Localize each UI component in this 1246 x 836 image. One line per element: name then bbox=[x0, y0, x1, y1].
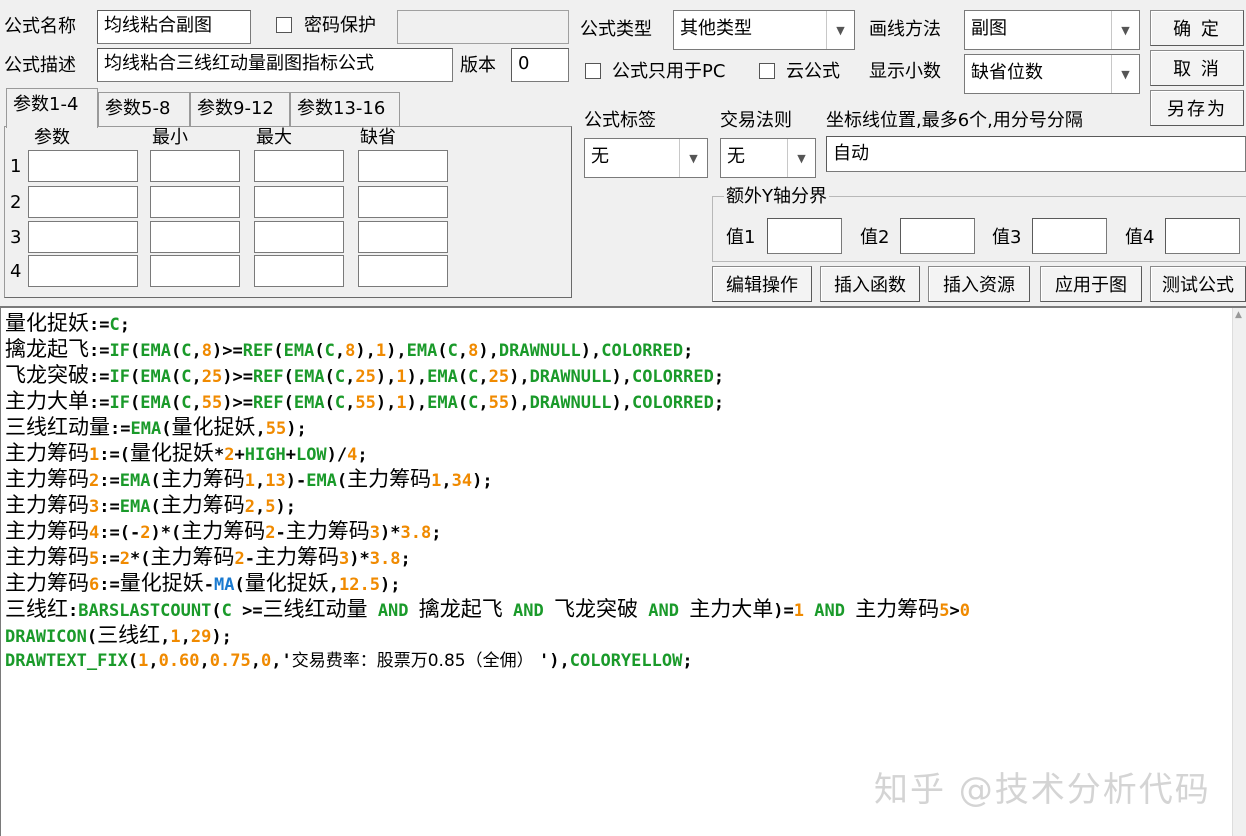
extra-y-value2-input[interactable] bbox=[900, 218, 975, 254]
insert-resource-button[interactable]: 插入资源 bbox=[928, 266, 1030, 302]
code-line: 量化捉妖:=C; bbox=[5, 311, 130, 335]
tab-params-9-12[interactable]: 参数9-12 bbox=[190, 92, 290, 126]
code-line: 主力筹码1:=(量化捉妖*2+HIGH+LOW)/4; bbox=[5, 441, 368, 465]
cloud-formula-label: 云公式 bbox=[786, 61, 840, 82]
cancel-button[interactable]: 取 消 bbox=[1150, 50, 1244, 86]
chevron-down-icon[interactable]: ▼ bbox=[679, 139, 707, 177]
param-min-input[interactable] bbox=[150, 186, 240, 218]
version-label: 版本 bbox=[460, 55, 496, 76]
param-name-input[interactable] bbox=[28, 150, 138, 182]
save-as-button[interactable]: 另存为 bbox=[1150, 90, 1244, 126]
pc-only-label: 公式只用于PC bbox=[612, 61, 726, 82]
code-line: 主力筹码2:=EMA(主力筹码1,13)-EMA(主力筹码1,34); bbox=[5, 467, 493, 491]
param-min-input[interactable] bbox=[150, 255, 240, 287]
formula-code-editor[interactable]: 量化捉妖:=C; 擒龙起飞:=IF(EMA(C,8)>=REF(EMA(C,8)… bbox=[0, 306, 1246, 836]
trade-rule-value: 无 bbox=[727, 146, 745, 167]
param-row-number: 2 bbox=[10, 192, 22, 213]
axis-lines-input[interactable]: 自动 bbox=[826, 136, 1246, 172]
decimals-value: 缺省位数 bbox=[971, 62, 1043, 83]
param-default-input[interactable] bbox=[358, 221, 448, 253]
code-line: 三线红动量:=EMA(量化捉妖,55); bbox=[5, 415, 307, 439]
apply-to-chart-button[interactable]: 应用于图 bbox=[1040, 266, 1142, 302]
edit-ops-button[interactable]: 编辑操作 bbox=[712, 266, 812, 302]
draw-method-value: 副图 bbox=[971, 18, 1007, 39]
param-default-input[interactable] bbox=[358, 150, 448, 182]
extra-y-value3-input[interactable] bbox=[1032, 218, 1107, 254]
formula-type-select[interactable]: 其他类型 ▼ bbox=[673, 10, 855, 50]
code-line: 主力筹码5:=2*(主力筹码2-主力筹码3)*3.8; bbox=[5, 545, 411, 569]
param-header-min: 最小 bbox=[152, 127, 188, 148]
formula-name-label: 公式名称 bbox=[4, 16, 76, 37]
param-max-input[interactable] bbox=[254, 186, 344, 218]
param-row-number: 3 bbox=[10, 227, 22, 248]
extra-y-value4-label: 值4 bbox=[1125, 227, 1155, 248]
pc-only-checkbox[interactable] bbox=[585, 63, 601, 79]
param-min-input[interactable] bbox=[150, 221, 240, 253]
param-name-input[interactable] bbox=[28, 255, 138, 287]
formula-desc-input[interactable]: 均线粘合三线红动量副图指标公式 bbox=[97, 48, 453, 82]
param-name-input[interactable] bbox=[28, 221, 138, 253]
draw-method-label: 画线方法 bbox=[869, 19, 941, 40]
extra-y-value3-label: 值3 bbox=[992, 227, 1022, 248]
decimals-label: 显示小数 bbox=[869, 61, 941, 82]
axis-lines-label: 坐标线位置,最多6个,用分号分隔 bbox=[826, 110, 1083, 131]
password-protect-label: 密码保护 bbox=[304, 15, 376, 36]
formula-tag-label: 公式标签 bbox=[584, 110, 656, 131]
param-max-input[interactable] bbox=[254, 221, 344, 253]
password-input bbox=[397, 10, 569, 44]
version-input[interactable]: 0 bbox=[511, 48, 569, 82]
param-header-default: 缺省 bbox=[360, 127, 396, 148]
chevron-down-icon[interactable]: ▼ bbox=[1111, 55, 1139, 93]
param-name-input[interactable] bbox=[28, 186, 138, 218]
param-max-input[interactable] bbox=[254, 255, 344, 287]
param-header-max: 最大 bbox=[256, 127, 292, 148]
trade-rule-select[interactable]: 无 ▼ bbox=[720, 138, 816, 178]
chevron-down-icon[interactable]: ▼ bbox=[1111, 11, 1139, 49]
code-line: DRAWICON(三线红,1,29); bbox=[5, 623, 232, 647]
cloud-formula-checkbox[interactable] bbox=[759, 63, 775, 79]
param-max-input[interactable] bbox=[254, 150, 344, 182]
formula-type-value: 其他类型 bbox=[680, 18, 752, 39]
editor-scrollbar[interactable]: ▲ bbox=[1232, 308, 1246, 836]
code-line: 擒龙起飞:=IF(EMA(C,8)>=REF(EMA(C,8),1),EMA(C… bbox=[5, 337, 694, 361]
draw-method-select[interactable]: 副图 ▼ bbox=[964, 10, 1140, 50]
extra-y-value1-label: 值1 bbox=[726, 227, 756, 248]
tab-params-5-8[interactable]: 参数5-8 bbox=[98, 92, 190, 126]
extra-y-value2-label: 值2 bbox=[860, 227, 890, 248]
extra-y-value4-input[interactable] bbox=[1165, 218, 1240, 254]
decimals-select[interactable]: 缺省位数 ▼ bbox=[964, 54, 1140, 94]
test-formula-button[interactable]: 测试公式 bbox=[1150, 266, 1246, 302]
formula-tag-value: 无 bbox=[591, 146, 609, 167]
trade-rule-label: 交易法则 bbox=[720, 110, 792, 131]
formula-desc-label: 公式描述 bbox=[4, 55, 76, 76]
param-row-number: 1 bbox=[10, 156, 22, 177]
formula-tag-select[interactable]: 无 ▼ bbox=[584, 138, 708, 178]
code-line: 三线红:BARSLASTCOUNT(C >=三线红动量 AND 擒龙起飞 AND… bbox=[5, 597, 970, 621]
chevron-down-icon[interactable]: ▼ bbox=[826, 11, 854, 49]
extra-y-label: 额外Y轴分界 bbox=[724, 185, 829, 209]
param-default-input[interactable] bbox=[358, 186, 448, 218]
param-row-number: 4 bbox=[10, 261, 22, 282]
param-header-name: 参数 bbox=[34, 127, 70, 148]
tab-params-13-16[interactable]: 参数13-16 bbox=[290, 92, 400, 126]
code-line: 飞龙突破:=IF(EMA(C,25)>=REF(EMA(C,25),1),EMA… bbox=[5, 363, 725, 387]
formula-type-label: 公式类型 bbox=[580, 19, 652, 40]
chevron-down-icon[interactable]: ▼ bbox=[787, 139, 815, 177]
param-min-input[interactable] bbox=[150, 150, 240, 182]
code-line: DRAWTEXT_FIX(1,0.60,0.75,0,'交易费率：股票万0.85… bbox=[5, 651, 693, 671]
code-line: 主力筹码6:=量化捉妖-MA(量化捉妖,12.5); bbox=[5, 571, 401, 595]
ok-button[interactable]: 确 定 bbox=[1150, 10, 1244, 46]
code-line: 主力筹码4:=(-2)*(主力筹码2-主力筹码3)*3.8; bbox=[5, 519, 442, 543]
tab-params-1-4[interactable]: 参数1-4 bbox=[6, 88, 98, 128]
extra-y-value1-input[interactable] bbox=[767, 218, 842, 254]
code-line: 主力筹码3:=EMA(主力筹码2,5); bbox=[5, 493, 296, 517]
code-line: 主力大单:=IF(EMA(C,55)>=REF(EMA(C,55),1),EMA… bbox=[5, 389, 725, 413]
watermark: 知乎 @技术分析代码 bbox=[874, 770, 1211, 810]
formula-name-input[interactable]: 均线粘合副图 bbox=[97, 10, 251, 44]
password-protect-checkbox[interactable] bbox=[276, 17, 292, 33]
insert-function-button[interactable]: 插入函数 bbox=[820, 266, 920, 302]
param-default-input[interactable] bbox=[358, 255, 448, 287]
scroll-up-icon[interactable]: ▲ bbox=[1235, 310, 1242, 320]
